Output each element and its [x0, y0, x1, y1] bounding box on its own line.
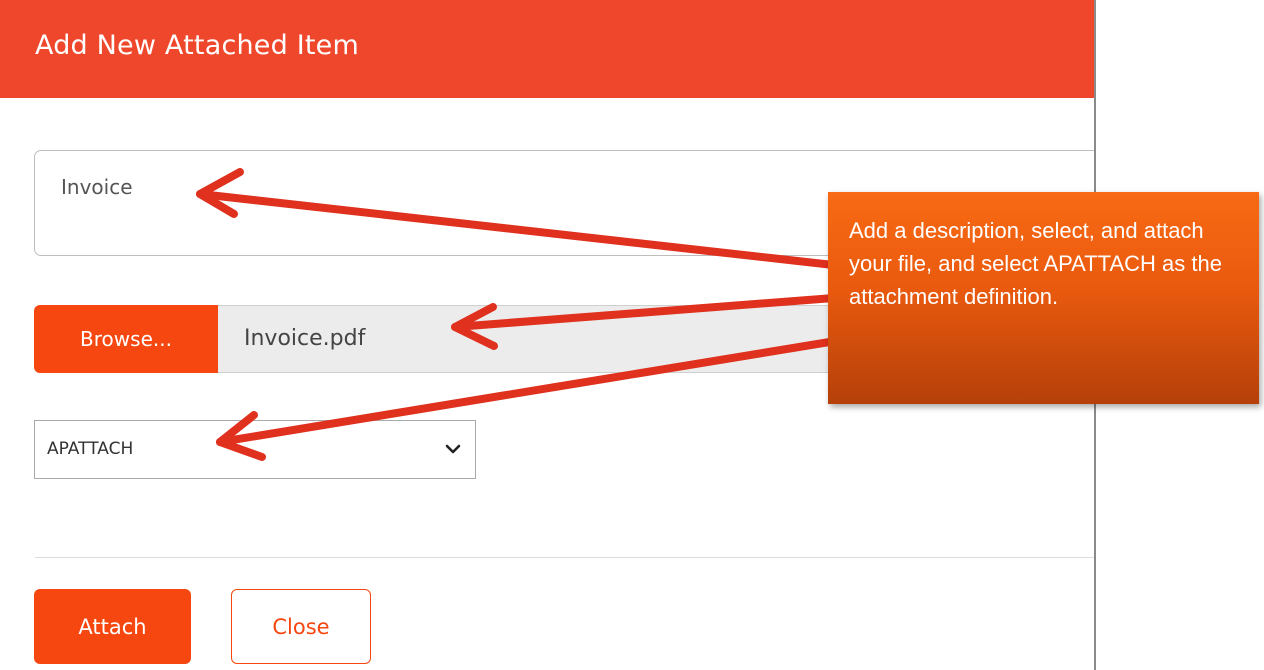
footer-divider — [35, 557, 1094, 558]
file-name-text: Invoice.pdf — [244, 326, 366, 351]
screenshot-stage: Add New Attached Item Invoice Browse... … — [0, 0, 1264, 670]
close-button[interactable]: Close — [231, 589, 371, 664]
description-value: Invoice — [61, 175, 133, 199]
attachment-definition-select[interactable]: APATTACH — [34, 420, 476, 479]
instruction-callout: Add a description, select, and attach yo… — [828, 192, 1259, 404]
attach-button[interactable]: Attach — [34, 589, 191, 664]
browse-button[interactable]: Browse... — [34, 305, 218, 373]
dialog-title: Add New Attached Item — [35, 30, 359, 61]
dialog-header: Add New Attached Item — [0, 0, 1094, 98]
attachment-definition-value: APATTACH — [47, 439, 134, 459]
chevron-down-icon — [445, 444, 461, 454]
